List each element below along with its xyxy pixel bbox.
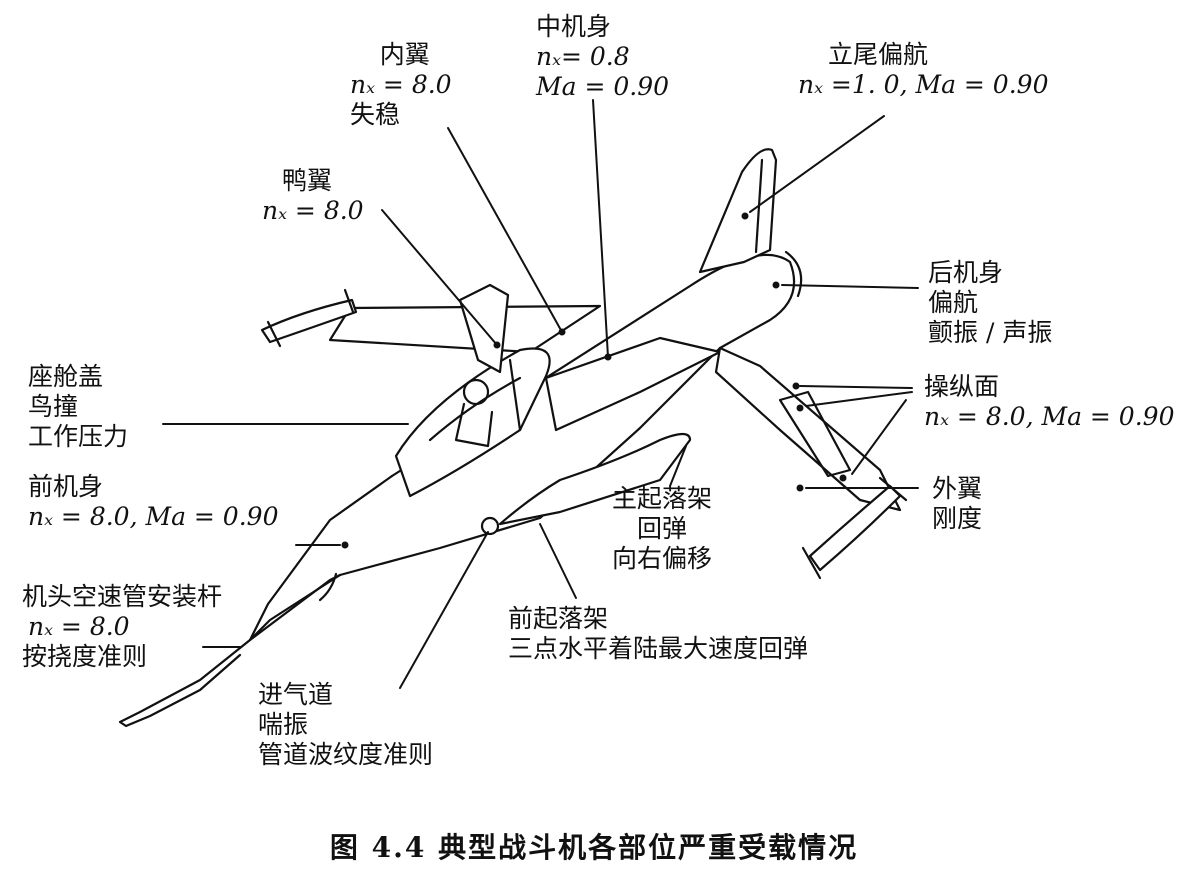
leader-control-1 bbox=[799, 385, 913, 389]
leader-control-2 bbox=[805, 391, 913, 407]
label-aft-fuselage: 后机身 偏航 颤振 / 声振 bbox=[928, 258, 1053, 347]
right-missile bbox=[808, 484, 902, 572]
leader-aft-fuselage bbox=[781, 284, 919, 289]
vertical-fin bbox=[698, 148, 778, 274]
label-nose-gear: 前起落架 三点水平着陆最大速度回弹 bbox=[508, 604, 809, 663]
label-outer-wing: 外翼 刚度 bbox=[932, 474, 983, 533]
label-canopy: 座舱盖 鸟撞 工作压力 bbox=[28, 362, 129, 451]
label-inner-wing: 内翼 nₓ = 8.0 失稳 bbox=[350, 40, 452, 129]
leader-control-3 bbox=[851, 399, 907, 475]
label-fin-yaw: 立尾偏航 nₓ =1. 0, Ma = 0.90 bbox=[798, 40, 1049, 99]
aircraft-drawing bbox=[118, 99, 919, 728]
label-front-fuselage: 前机身 nₓ = 8.0, Ma = 0.90 bbox=[28, 472, 279, 531]
label-canard: 鸭翼 nₓ = 8.0 bbox=[262, 166, 364, 225]
label-mid-fuselage: 中机身 nₓ= 0.8 Ma = 0.90 bbox=[536, 12, 670, 101]
label-intake: 进气道 喘振 管道波纹度准则 bbox=[258, 680, 434, 769]
label-main-gear: 主起落架 回弹 向右偏移 bbox=[612, 484, 713, 573]
leader-mid-fuselage bbox=[592, 99, 609, 358]
right-wing bbox=[714, 346, 902, 512]
leader-nose-gear bbox=[539, 523, 577, 599]
label-pitot-boom: 机头空速管安装杆 nₓ = 8.0 按挠度准则 bbox=[22, 582, 223, 671]
figure-caption: 图 4.4 典型战斗机各部位严重受载情况 bbox=[329, 831, 859, 864]
aircraft-load-diagram: 内翼 nₓ = 8.0 失稳 中机身 nₓ= 0.8 Ma = 0.90 立尾偏… bbox=[0, 0, 1188, 875]
label-control-surface: 操纵面 nₓ = 8.0, Ma = 0.90 bbox=[924, 372, 1175, 431]
